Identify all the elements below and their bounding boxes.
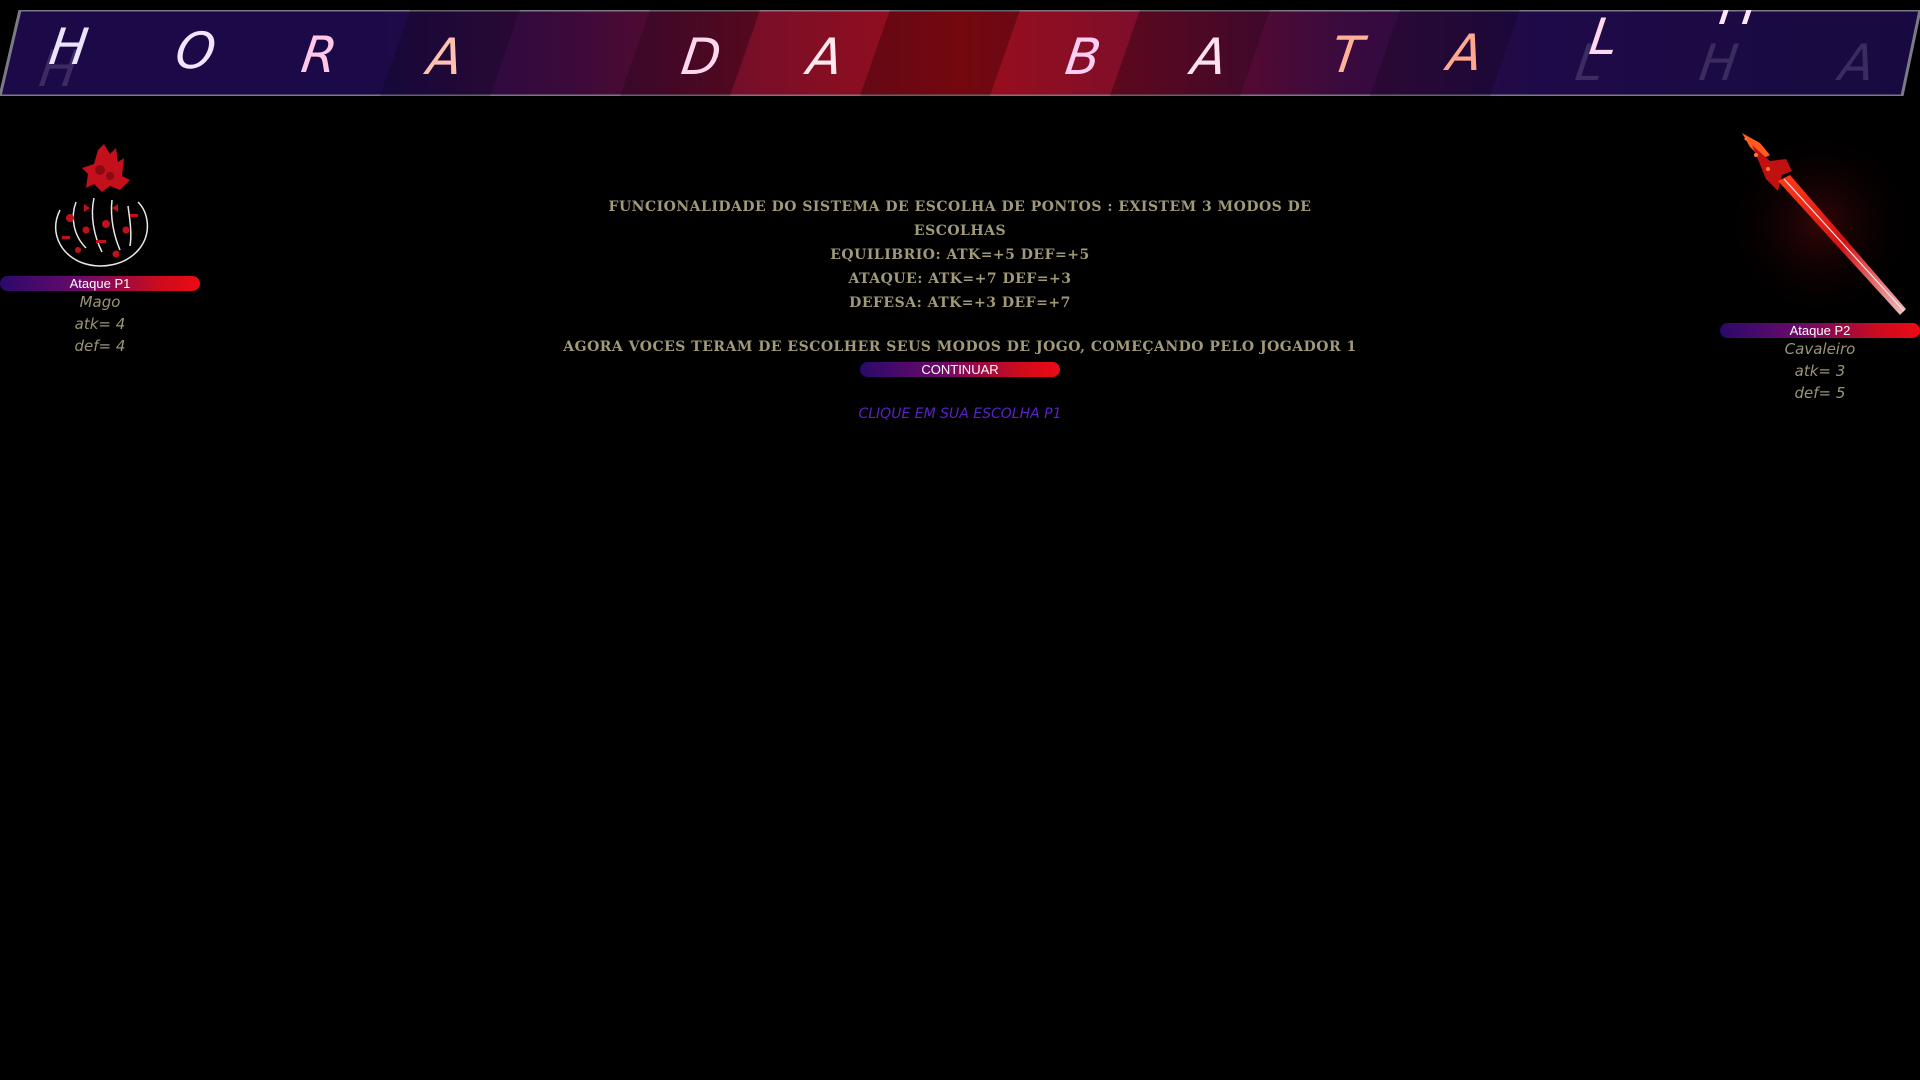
choose-instruction: CLIQUE EM SUA ESCOLHA P1 (858, 406, 1062, 422)
banner-letter: R (297, 26, 341, 84)
rules-equilibrio: EQUILIBRIO: ATK=+5 DEF=+5 (830, 247, 1090, 263)
rules-defesa: DEFESA: ATK=+3 DEF=+7 (849, 295, 1071, 311)
banner-ghost-letter: H (1695, 34, 1742, 92)
red-sword-icon[interactable] (1720, 125, 1920, 323)
player2-def: def= 5 (1794, 384, 1846, 402)
banner-ghost-letter: A (1835, 34, 1879, 92)
banner-letter: A (803, 28, 847, 86)
banner-letter: A (1443, 24, 1487, 82)
banner-letter: A (1187, 28, 1231, 86)
player2-class: Cavaleiro (1784, 340, 1856, 358)
prompt-text: AGORA VOCES TERAM DE ESCOLHER SEUS MODOS… (563, 339, 1357, 355)
choice-prompt: AGORA VOCES TERAM DE ESCOLHER SEUS MODOS… (560, 336, 1360, 377)
player2-panel: Ataque P2 Cavaleiro atk= 3 def= 5 (1720, 125, 1920, 404)
banner-letter: A (423, 28, 467, 86)
rules-ataque: ATAQUE: ATK=+7 DEF=+3 (848, 271, 1072, 287)
rules-info: FUNCIONALIDADE DO SISTEMA DE ESCOLHA DE … (560, 195, 1360, 315)
banner-letter: T (1327, 26, 1367, 84)
banner-letter: H (45, 18, 92, 76)
player1-atk: atk= 4 (74, 315, 126, 333)
player1-def: def= 4 (74, 337, 126, 355)
continue-button[interactable]: CONTINUAR (860, 362, 1060, 377)
rules-title: FUNCIONALIDADE DO SISTEMA DE ESCOLHA DE … (608, 199, 1312, 239)
attack-p1-button[interactable]: Ataque P1 (0, 276, 200, 291)
player1-panel: Ataque P1 Mago atk= 4 def= 4 (0, 140, 200, 357)
banner-letter: H (1716, 10, 1762, 36)
player1-class: Mago (79, 293, 121, 311)
title-banner: H A L H H O R A D A B A T A L H (0, 10, 1920, 96)
attack-p2-button[interactable]: Ataque P2 (1720, 323, 1920, 338)
red-rune-glove-icon[interactable] (40, 140, 160, 276)
banner-letter: O (171, 22, 220, 80)
banner-letter: B (1061, 28, 1105, 86)
banner-background (0, 10, 1920, 96)
banner-letter: D (677, 28, 725, 86)
player2-atk: atk= 3 (1794, 362, 1846, 380)
